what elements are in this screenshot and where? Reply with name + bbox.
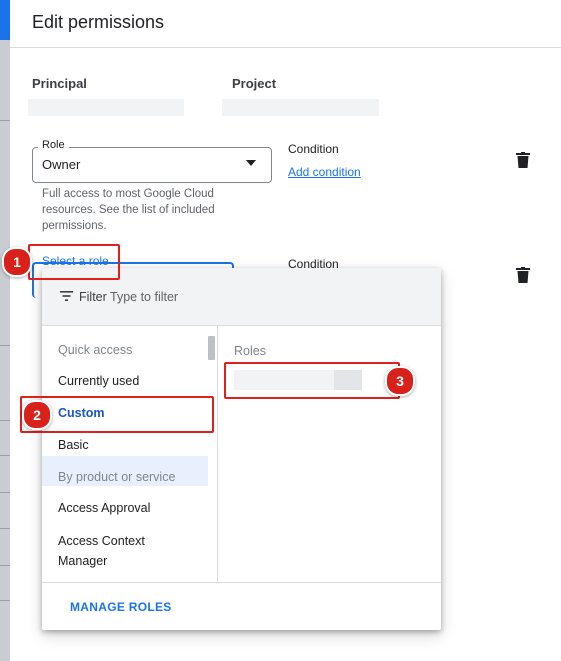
principal-column-label: Principal (32, 76, 87, 91)
background-row-line (0, 565, 10, 566)
annotation-box-1 (28, 244, 120, 280)
role-description: Full access to most Google Cloud resourc… (42, 188, 215, 232)
project-value-redacted (222, 99, 379, 116)
category-basic[interactable]: Basic (58, 438, 89, 452)
condition-label: Condition (288, 142, 339, 156)
dialog-title: Edit permissions (32, 12, 165, 32)
role-selected-value: Owner (42, 157, 81, 172)
category-access-approval[interactable]: Access Approval (58, 501, 150, 515)
section-quick-access: Quick access (58, 343, 133, 357)
title-divider (10, 47, 561, 48)
background-page-strip (0, 0, 10, 661)
project-column-label: Project (232, 76, 277, 91)
background-row-line (0, 492, 10, 493)
background-row-line (0, 420, 10, 421)
principal-value-redacted (28, 99, 184, 116)
category-currently-used[interactable]: Currently used (58, 374, 139, 388)
manage-roles-button[interactable]: MANAGE ROLES (70, 600, 172, 614)
filter-label: Filter (79, 290, 107, 304)
background-row-line (0, 528, 10, 529)
caret-down-icon (246, 160, 256, 166)
filter-input[interactable] (110, 287, 310, 307)
annotation-box-3 (224, 362, 400, 399)
background-row-line (0, 120, 10, 121)
trash-icon[interactable] (516, 152, 530, 168)
annotation-badge-1: 1 (2, 247, 32, 277)
add-condition-link[interactable]: Add condition (288, 165, 361, 179)
annotation-badge-2: 2 (22, 400, 52, 430)
background-header-band (0, 0, 10, 40)
role-field-label: Role (38, 139, 69, 151)
footer-divider (42, 582, 441, 583)
trash-icon[interactable] (516, 267, 530, 283)
scrollbar[interactable] (208, 336, 215, 360)
background-row-line (0, 345, 10, 346)
role-picker-dropdown: Filter Quick access Currently used Custo… (42, 268, 441, 630)
category-access-context-manager[interactable]: Access Context Manager (58, 531, 178, 571)
section-by-product: By product or service (58, 470, 176, 484)
background-row-line (0, 455, 10, 456)
annotation-badge-3: 3 (385, 366, 415, 396)
background-row-line (0, 600, 10, 601)
role-category-list: Quick access Currently used Custom Basic… (42, 326, 218, 582)
roles-header: Roles (234, 344, 266, 358)
filter-icon (60, 291, 73, 301)
